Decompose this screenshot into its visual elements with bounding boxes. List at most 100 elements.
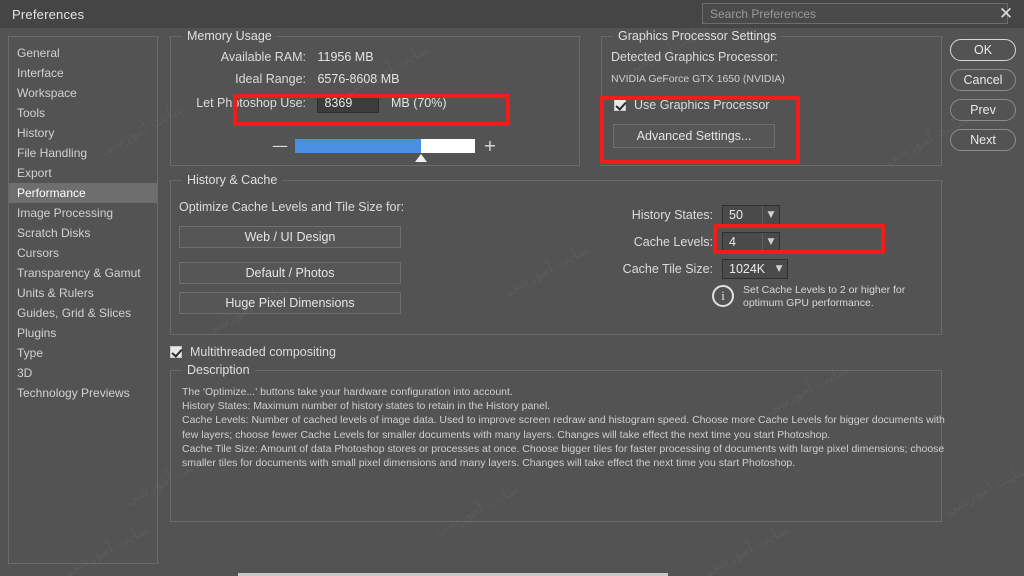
sidebar-item-label: Interface bbox=[17, 66, 64, 80]
description-line: few layers; choose fewer Cache Levels fo… bbox=[182, 428, 831, 441]
let-photoshop-use-label: Let Photoshop Use: bbox=[196, 95, 306, 110]
sidebar-item-label: Tools bbox=[17, 106, 46, 120]
sidebar-item-label: History bbox=[17, 126, 55, 140]
sidebar-item-label: Workspace bbox=[17, 86, 77, 100]
slider-decrease-button[interactable]: — bbox=[271, 138, 289, 154]
chevron-down-icon[interactable]: ▼ bbox=[762, 206, 779, 224]
optimize-web-ui-button[interactable]: Web / UI Design bbox=[179, 226, 401, 248]
sidebar-item-history[interactable]: History bbox=[9, 123, 157, 143]
let-photoshop-use-row: Let Photoshop Use: 8369 MB (70%) bbox=[171, 94, 447, 113]
sidebar-item-label: Guides, Grid & Slices bbox=[17, 306, 132, 320]
description-line: Cache Tile Size: Amount of data Photosho… bbox=[182, 442, 945, 455]
chevron-down-icon[interactable]: ▼ bbox=[771, 260, 787, 278]
cache-tile-size-label: Cache Tile Size: bbox=[622, 262, 713, 276]
description-text: The 'Optimize...' buttons take your hard… bbox=[182, 385, 945, 470]
cancel-button[interactable]: Cancel bbox=[950, 69, 1016, 91]
history-cache-legend: History & Cache bbox=[182, 173, 283, 187]
sidebar-item-label: Plugins bbox=[17, 326, 57, 340]
optimize-default-photos-button[interactable]: Default / Photos bbox=[179, 262, 401, 284]
sidebar-item-image-processing[interactable]: Image Processing bbox=[9, 203, 157, 223]
advanced-settings-button[interactable]: Advanced Settings... bbox=[613, 124, 775, 148]
cache-levels-label: Cache Levels: bbox=[633, 235, 713, 249]
page-title: Preferences bbox=[12, 6, 85, 22]
multithreaded-compositing-label: Multithreaded compositing bbox=[190, 345, 336, 359]
history-states-row: History States: 50 ▼ bbox=[609, 205, 780, 225]
available-ram-label: Available RAM: bbox=[220, 50, 306, 64]
sidebar-item-label: Export bbox=[17, 166, 52, 180]
sidebar-item-file-handling[interactable]: File Handling bbox=[9, 143, 157, 163]
description-legend: Description bbox=[182, 363, 255, 377]
sidebar-item-label: General bbox=[17, 46, 60, 60]
available-ram-row: Available RAM: 11956 MB bbox=[171, 50, 374, 64]
sidebar-item-units-rulers[interactable]: Units & Rulers bbox=[9, 283, 157, 303]
sidebar-item-export[interactable]: Export bbox=[9, 163, 157, 183]
chevron-down-icon[interactable]: ▼ bbox=[762, 233, 779, 251]
let-photoshop-use-suffix: MB (70%) bbox=[390, 95, 447, 110]
detected-gpu-label: Detected Graphics Processor: bbox=[611, 50, 778, 64]
watermark-text: سایت آموزشی bbox=[941, 459, 1024, 519]
cache-info-note: i Set Cache Levels to 2 or higher for op… bbox=[712, 284, 937, 310]
slider-thumb[interactable] bbox=[415, 154, 427, 162]
history-cache-panel: History & Cache Optimize Cache Levels an… bbox=[170, 173, 942, 335]
sidebar-item-technology-previews[interactable]: Technology Previews bbox=[9, 383, 157, 403]
let-photoshop-use-field[interactable]: 8369 bbox=[317, 94, 380, 113]
cache-tile-size-select[interactable]: 1024K ▼ bbox=[722, 259, 788, 279]
sidebar-item-guides-grid-slices[interactable]: Guides, Grid & Slices bbox=[9, 303, 157, 323]
sidebar-item-label: Type bbox=[17, 346, 44, 360]
prev-button[interactable]: Prev bbox=[950, 99, 1016, 121]
sidebar-item-performance[interactable]: Performance bbox=[9, 183, 157, 203]
sidebar-item-label: Scratch Disks bbox=[17, 226, 91, 240]
ideal-range-value: 6576-8608 MB bbox=[317, 72, 400, 86]
detected-gpu-value: NVIDIA GeForce GTX 1650 (NVIDIA) bbox=[611, 73, 785, 85]
slider-track[interactable] bbox=[295, 139, 475, 162]
search-input[interactable]: Search Preferences bbox=[702, 3, 1008, 24]
slider-fill bbox=[295, 139, 421, 153]
sidebar-item-cursors[interactable]: Cursors bbox=[9, 243, 157, 263]
history-states-value: 50 bbox=[729, 208, 743, 222]
search-placeholder: Search Preferences bbox=[710, 6, 817, 21]
memory-slider[interactable]: — + bbox=[271, 133, 501, 162]
sidebar-item-transparency-gamut[interactable]: Transparency & Gamut bbox=[9, 263, 157, 283]
memory-usage-panel: Memory Usage Available RAM: 11956 MB Ide… bbox=[170, 29, 580, 166]
sidebar-item-label: Performance bbox=[17, 186, 86, 200]
history-states-select[interactable]: 50 ▼ bbox=[722, 205, 780, 225]
use-graphics-processor-checkbox[interactable]: Use Graphics Processor bbox=[614, 98, 769, 112]
memory-usage-legend: Memory Usage bbox=[182, 29, 277, 43]
cache-levels-select[interactable]: 4 ▼ bbox=[722, 232, 780, 252]
sidebar-item-type[interactable]: Type bbox=[9, 343, 157, 363]
sidebar-item-label: Transparency & Gamut bbox=[17, 266, 141, 280]
sidebar-item-label: Technology Previews bbox=[17, 386, 130, 400]
sidebar-item-label: Units & Rulers bbox=[17, 286, 94, 300]
cache-info-line2: optimum GPU performance. bbox=[743, 297, 874, 309]
category-sidebar: General Interface Workspace Tools History Fil… bbox=[8, 36, 158, 564]
sidebar-item-scratch-disks[interactable]: Scratch Disks bbox=[9, 223, 157, 243]
sidebar-item-label: Cursors bbox=[17, 246, 60, 260]
ok-button[interactable]: OK bbox=[950, 39, 1016, 61]
graphics-processor-legend: Graphics Processor Settings bbox=[613, 29, 782, 43]
slider-increase-button[interactable]: + bbox=[481, 138, 499, 154]
cache-tile-size-row: Cache Tile Size: 1024K ▼ bbox=[609, 259, 788, 279]
sidebar-item-general[interactable]: General bbox=[9, 43, 157, 63]
sidebar-item-workspace[interactable]: Workspace bbox=[9, 83, 157, 103]
checkbox-icon bbox=[170, 346, 182, 358]
cache-info-line1: Set Cache Levels to 2 or higher for bbox=[743, 284, 906, 296]
multithreaded-compositing-checkbox[interactable]: Multithreaded compositing bbox=[170, 345, 336, 359]
history-states-label: History States: bbox=[631, 208, 713, 222]
cache-info-text: Set Cache Levels to 2 or higher for opti… bbox=[743, 284, 905, 310]
description-line: smaller tiles for documents with small p… bbox=[182, 457, 796, 470]
cache-tile-size-value: 1024K bbox=[729, 262, 766, 276]
optimize-huge-pixel-button[interactable]: Huge Pixel Dimensions bbox=[179, 292, 401, 314]
description-panel: Description The 'Optimize...' buttons ta… bbox=[170, 363, 945, 522]
next-button[interactable]: Next bbox=[950, 129, 1016, 151]
sidebar-item-plugins[interactable]: Plugins bbox=[9, 323, 157, 343]
sidebar-item-tools[interactable]: Tools bbox=[9, 103, 157, 123]
sidebar-item-label: Image Processing bbox=[17, 206, 114, 220]
sidebar-item-3d[interactable]: 3D bbox=[9, 363, 157, 383]
description-line: The 'Optimize...' buttons take your hard… bbox=[182, 386, 513, 398]
watermark-text: سایت آموزشی bbox=[701, 519, 792, 576]
available-ram-value: 11956 MB bbox=[317, 50, 374, 64]
preferences-dialog: Preferences Search Preferences ✕ General… bbox=[0, 0, 1024, 576]
sidebar-item-interface[interactable]: Interface bbox=[9, 63, 157, 83]
ideal-range-row: Ideal Range: 6576-8608 MB bbox=[171, 72, 400, 86]
close-icon[interactable]: ✕ bbox=[996, 4, 1016, 24]
